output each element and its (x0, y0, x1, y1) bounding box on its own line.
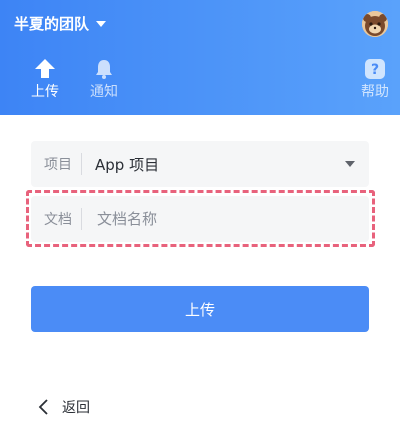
upload-button-label: 上传 (184, 300, 215, 319)
back-button[interactable]: 返回 (38, 396, 90, 418)
document-label: 文档 (44, 212, 72, 228)
help-icon: ? (365, 59, 385, 79)
chevron-left-icon (38, 399, 48, 415)
svg-text:?: ? (371, 62, 379, 78)
help-button[interactable]: ? 帮助 (355, 58, 395, 100)
team-name: 半夏的团队 (14, 14, 90, 33)
caret-down-icon (96, 21, 107, 27)
tab-upload[interactable]: 上传 (25, 58, 65, 100)
tab-notifications[interactable]: 通知 (84, 58, 124, 100)
upload-button[interactable]: 上传 (31, 286, 369, 332)
project-label: 项目 (44, 157, 72, 173)
project-value: App 项目 (95, 155, 160, 174)
avatar-image (362, 11, 388, 37)
team-switcher[interactable]: 半夏的团队 (14, 11, 107, 35)
header: 半夏的团队 上传 通知 ? 帮助 (0, 0, 400, 115)
back-label: 返回 (62, 400, 90, 416)
project-select[interactable]: 项目 App 项目 (31, 141, 369, 187)
tab-notifications-label: 通知 (90, 84, 118, 100)
tab-upload-label: 上传 (31, 84, 59, 100)
document-field: 文档 (31, 196, 369, 242)
document-name-input[interactable] (95, 209, 357, 229)
chevron-down-icon (345, 161, 355, 167)
upload-arrow-icon (35, 59, 55, 78)
field-divider (81, 208, 82, 230)
avatar[interactable] (362, 11, 388, 37)
help-label: 帮助 (361, 84, 389, 100)
bell-icon (96, 60, 112, 79)
